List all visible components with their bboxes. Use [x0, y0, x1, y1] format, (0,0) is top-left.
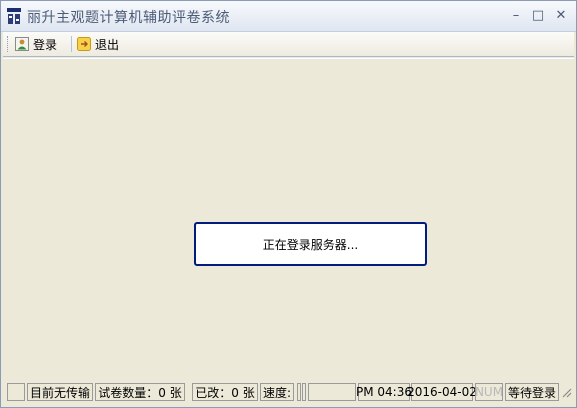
- exit-icon: [77, 37, 91, 51]
- app-window: 丽升主观题计算机辅助评卷系统 – □ ✕ 登录 退出 正在登录服务器... 目前…: [0, 0, 577, 408]
- login-status-dialog: 正在登录服务器...: [194, 222, 427, 266]
- status-transfer: 目前无传输: [27, 383, 93, 401]
- app-logo-icon: [7, 8, 21, 24]
- status-time: PM 04:36: [356, 383, 412, 401]
- status-progress-mid: [302, 383, 306, 401]
- login-status-message: 正在登录服务器...: [262, 237, 359, 252]
- login-icon: [15, 37, 29, 51]
- status-modified-count: 已改：0 张: [192, 383, 258, 401]
- resize-grip-icon[interactable]: [560, 386, 572, 400]
- maximize-button[interactable]: □: [529, 7, 547, 25]
- status-bar: 目前无传输 试卷数量：0 张 已改：0 张 速度: PM 04:36 2016-…: [3, 382, 574, 404]
- status-num-lock: NUM: [474, 383, 504, 401]
- status-progress-left: [297, 383, 301, 401]
- status-date: 2016-04-02: [407, 383, 477, 401]
- login-button[interactable]: 登录: [15, 34, 57, 54]
- status-indicator: [7, 383, 25, 401]
- status-speed-value: [308, 383, 356, 401]
- toolbar-grip[interactable]: [7, 36, 11, 52]
- minimize-button[interactable]: –: [507, 7, 525, 25]
- exit-button[interactable]: 退出: [77, 34, 119, 54]
- close-button[interactable]: ✕: [552, 7, 570, 25]
- title-bar: 丽升主观题计算机辅助评卷系统 – □ ✕: [1, 1, 576, 32]
- status-paper-count: 试卷数量：0 张: [95, 383, 185, 401]
- toolbar: 登录 退出: [3, 32, 574, 57]
- main-content: 正在登录服务器...: [3, 58, 574, 381]
- window-title: 丽升主观题计算机辅助评卷系统: [27, 10, 230, 26]
- login-label: 登录: [33, 37, 58, 52]
- exit-label: 退出: [95, 37, 120, 52]
- toolbar-separator: [71, 36, 72, 52]
- status-speed-label: 速度:: [260, 383, 294, 401]
- status-state: 等待登录: [505, 383, 559, 401]
